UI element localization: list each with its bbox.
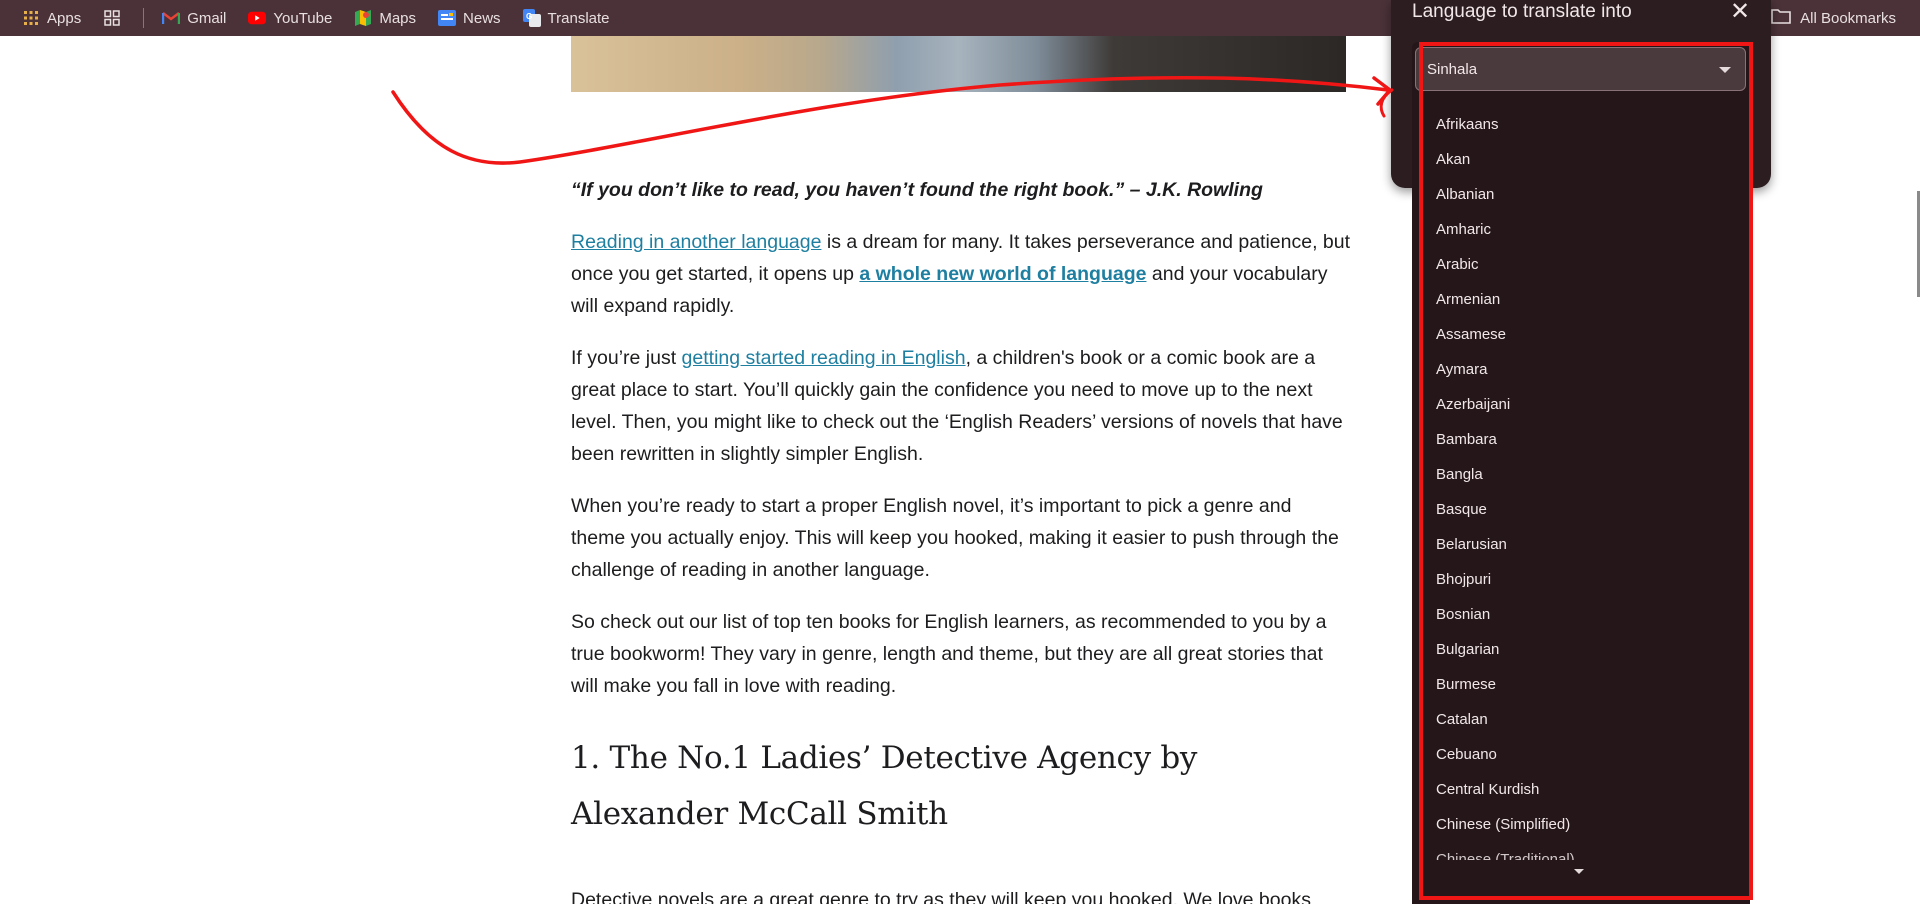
all-bookmarks-button[interactable]: All Bookmarks xyxy=(1771,0,1896,36)
language-option[interactable]: Basque xyxy=(1420,492,1740,527)
paragraph-text: If you’re just xyxy=(571,347,682,369)
selected-language: Sinhala xyxy=(1427,60,1478,78)
language-option[interactable]: Aymara xyxy=(1420,352,1740,387)
tab-groups-button[interactable] xyxy=(103,9,121,27)
language-option[interactable]: Bhojpuri xyxy=(1420,562,1740,597)
language-option[interactable]: Bulgarian xyxy=(1420,632,1740,667)
bookmark-apps[interactable]: Apps xyxy=(22,9,81,27)
article-body: “If you don’t like to read, you haven’t … xyxy=(571,174,1351,904)
bookmark-news[interactable]: News xyxy=(438,9,501,27)
article-paragraph: So check out our list of top ten books f… xyxy=(571,611,1327,697)
bookmark-label: Maps xyxy=(379,9,417,27)
bookmark-maps[interactable]: Maps xyxy=(354,9,416,27)
bookmarks-separator xyxy=(143,8,145,28)
article-paragraph: When you’re ready to start a proper Engl… xyxy=(571,495,1339,581)
svg-text:G: G xyxy=(526,12,532,21)
translate-icon: G xyxy=(522,9,541,27)
article-hero-image xyxy=(571,36,1346,92)
folder-icon xyxy=(1771,8,1791,28)
bookmark-translate[interactable]: G Translate xyxy=(522,9,610,27)
gmail-icon xyxy=(162,9,181,27)
chevron-down-icon xyxy=(1719,67,1731,73)
close-icon[interactable]: ✕ xyxy=(1727,0,1753,26)
language-option[interactable]: Bangla xyxy=(1420,457,1740,492)
language-option[interactable]: Arabic xyxy=(1420,247,1740,282)
tab-groups-icon xyxy=(103,9,121,27)
whole-new-world-link[interactable]: a whole new world of language xyxy=(859,263,1146,285)
all-bookmarks-label: All Bookmarks xyxy=(1800,9,1896,27)
popup-title: Language to translate into xyxy=(1412,1,1632,22)
apps-grid-icon xyxy=(22,9,40,27)
language-option[interactable]: Cebuano xyxy=(1420,737,1740,772)
article-paragraph: Detective novels are a great genre to tr… xyxy=(571,889,1311,904)
article-section-heading: 1. The No.1 Ladies’ Detective Agency by … xyxy=(571,740,1198,832)
language-option[interactable]: Burmese xyxy=(1420,667,1740,702)
reading-in-another-language-link[interactable]: Reading in another language xyxy=(571,231,821,253)
language-option[interactable]: Belarusian xyxy=(1420,527,1740,562)
language-option[interactable]: Central Kurdish xyxy=(1420,772,1740,807)
language-option[interactable]: Chinese (Simplified) xyxy=(1420,807,1740,842)
language-option[interactable]: Catalan xyxy=(1420,702,1740,737)
language-option[interactable]: Armenian xyxy=(1420,282,1740,317)
bookmark-youtube[interactable]: YouTube xyxy=(248,9,332,27)
language-options-list[interactable]: Afrikaans Akan Albanian Amharic Arabic Armeni… xyxy=(1420,107,1740,860)
news-icon xyxy=(438,9,457,27)
bookmark-label: Apps xyxy=(47,9,82,27)
youtube-icon xyxy=(248,9,267,27)
language-option[interactable]: Azerbaijani xyxy=(1420,387,1740,422)
article-paragraph: If you’re just getting started reading i… xyxy=(571,342,1351,470)
target-language-select[interactable]: Sinhala xyxy=(1415,47,1746,91)
language-option[interactable]: Amharic xyxy=(1420,212,1740,247)
language-option[interactable]: Akan xyxy=(1420,142,1740,177)
maps-icon xyxy=(354,9,372,27)
article-quote: “If you don’t like to read, you haven’t … xyxy=(571,179,1263,201)
language-option[interactable]: Bosnian xyxy=(1420,597,1740,632)
getting-started-reading-link[interactable]: getting started reading in English xyxy=(682,347,966,369)
language-option[interactable]: Afrikaans xyxy=(1420,107,1740,142)
article-paragraph: Reading in another language is a dream f… xyxy=(571,226,1351,322)
language-option[interactable]: Chinese (Traditional) xyxy=(1420,842,1740,860)
bookmark-label: Gmail xyxy=(187,9,227,27)
bookmark-label: Translate xyxy=(547,9,610,27)
language-option[interactable]: Bambara xyxy=(1420,422,1740,457)
bookmark-label: News xyxy=(463,9,501,27)
language-option[interactable]: Assamese xyxy=(1420,317,1740,352)
bookmark-label: YouTube xyxy=(273,9,333,27)
bookmark-gmail[interactable]: Gmail xyxy=(162,9,226,27)
scroll-down-icon[interactable] xyxy=(1574,869,1584,874)
language-option[interactable]: Albanian xyxy=(1420,177,1740,212)
